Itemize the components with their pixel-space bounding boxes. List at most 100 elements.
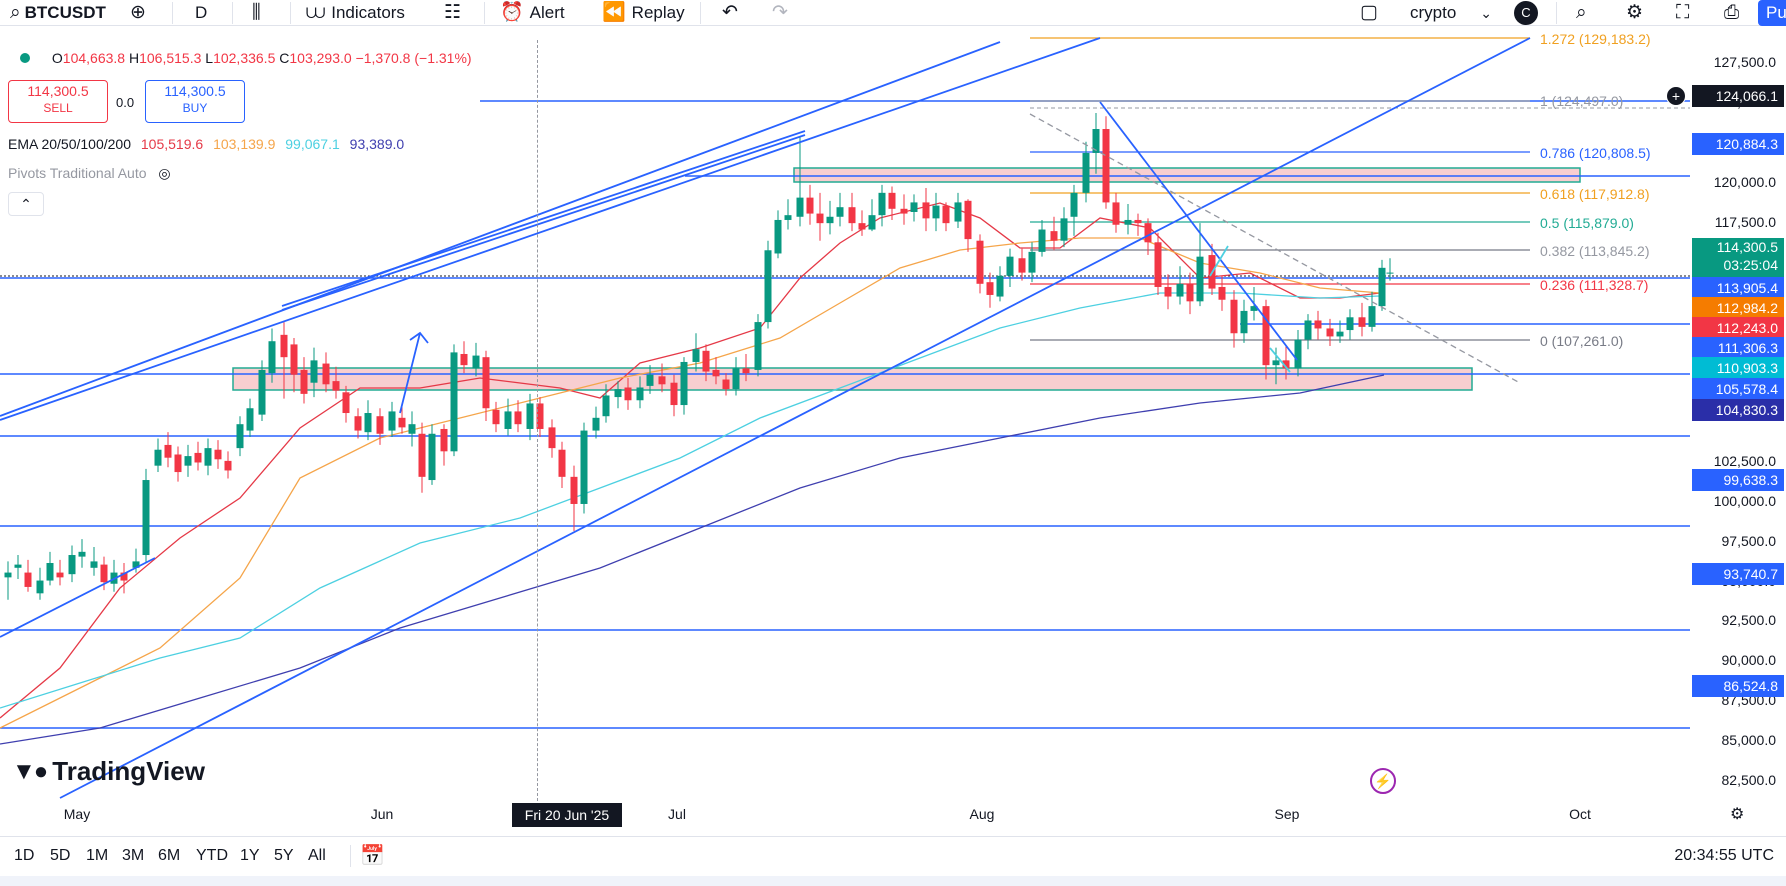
candle-body: [472, 355, 480, 369]
redo-icon: ↷: [772, 2, 788, 23]
candle-body: [364, 413, 372, 433]
price-axis[interactable]: 127,500.0125,000.0122,500.0120,000.0117,…: [1666, 28, 1786, 806]
price-tick: 117,500.0: [1714, 213, 1776, 230]
price-badge[interactable]: 113,905.4: [1692, 277, 1784, 299]
price-tick: 82,500.0: [1721, 772, 1777, 788]
layout-select-button[interactable]: ▢: [1350, 0, 1388, 26]
fib-label: 0.382 (113,845.2): [1540, 243, 1650, 259]
sell-button[interactable]: 114,300.5 SELL: [8, 80, 108, 123]
price-badge[interactable]: 120,884.3: [1692, 133, 1784, 155]
legend-collapse-button[interactable]: ⌃: [8, 192, 44, 216]
candle-body: [36, 580, 44, 594]
candle-body: [1176, 283, 1184, 297]
utc-clock[interactable]: 20:34:55 UTC: [1674, 847, 1774, 865]
range-button[interactable]: 5Y: [274, 847, 294, 865]
undo-button[interactable]: ↶: [712, 0, 748, 26]
tradingview-watermark[interactable]: ▼● TradingView: [12, 756, 205, 787]
open-value: 104,663.8: [62, 50, 126, 66]
publish-label: Pu: [1766, 3, 1786, 22]
price-badge[interactable]: 112,984.2: [1692, 297, 1784, 319]
buy-button[interactable]: 114,300.5 BUY: [145, 80, 245, 123]
candle-body: [418, 433, 426, 477]
pivots-legend[interactable]: Pivots Traditional Auto ◎: [8, 165, 171, 182]
fib-label: 0.236 (111,328.7): [1540, 277, 1648, 293]
candle-body: [580, 430, 588, 504]
symbol-search-button[interactable]: ⌕ BTCUSDT: [0, 0, 116, 26]
user-avatar[interactable]: C: [1504, 0, 1548, 26]
candle-body: [784, 215, 792, 220]
price-badge[interactable]: 124,066.1: [1692, 85, 1784, 107]
publish-button[interactable]: Pu: [1758, 0, 1786, 26]
avatar-letter: C: [1514, 1, 1538, 25]
price-badge[interactable]: 114,300.5 03:25:04: [1692, 238, 1784, 278]
price-tick: 100,000.0: [1713, 492, 1776, 509]
ema50-line: [0, 237, 1381, 729]
candle-body: [1050, 231, 1058, 241]
candle-body: [646, 374, 654, 386]
interval-button[interactable]: D: [185, 0, 217, 26]
ohlc-legend: O104,663.8 H106,515.3 L102,336.5 C103,29…: [20, 50, 472, 66]
candle-body: [90, 561, 98, 568]
replay-button[interactable]: ⏪ Replay: [592, 0, 695, 26]
layout-name-button[interactable]: crypto ⌄: [1400, 0, 1502, 26]
range-button[interactable]: 5D: [50, 847, 70, 865]
quick-search-button[interactable]: ⌕: [1566, 0, 1597, 26]
range-divider: [350, 845, 351, 867]
indicators-button[interactable]: ⩊ Indicators: [296, 0, 415, 26]
candle-body: [1124, 219, 1132, 225]
chart-type-button[interactable]: ⫼: [242, 0, 271, 26]
price-badge[interactable]: 111,306.3: [1692, 337, 1784, 359]
undo-icon: ↶: [722, 2, 738, 23]
range-button[interactable]: 1Y: [240, 847, 260, 865]
fib-label: 0.5 (115,879.0): [1540, 215, 1634, 231]
ema-legend[interactable]: EMA 20/50/100/200 105,519.6 103,139.9 99…: [8, 136, 404, 152]
redo-button[interactable]: ↷: [762, 0, 798, 26]
snapshot-button[interactable]: ⎙: [1714, 0, 1749, 26]
market-status-dot[interactable]: [20, 53, 30, 63]
candle-body: [408, 424, 416, 434]
add-alert-plus-icon[interactable]: +: [1666, 86, 1686, 106]
price-badge[interactable]: 105,578.4: [1692, 378, 1784, 400]
magnifier-sparkle-icon: ⌕: [1576, 2, 1587, 23]
eye-hidden-icon[interactable]: ◎: [158, 165, 170, 181]
time-tick: May: [63, 806, 91, 822]
candle-body: [900, 208, 908, 214]
candle-body: [712, 369, 720, 377]
candle-body: [526, 403, 534, 429]
range-button[interactable]: YTD: [196, 847, 228, 865]
tradingview-app: ⌕ BTCUSDT ⊕ D ⫼ ⩊ Indicators ☷ ⏰ Alert ⏪…: [0, 0, 1786, 886]
price-badge[interactable]: 86,524.8: [1692, 675, 1784, 697]
candle-body: [764, 250, 772, 323]
candle-body: [514, 411, 522, 425]
range-button[interactable]: 1D: [14, 847, 34, 865]
price-badge[interactable]: 99,638.3: [1692, 469, 1784, 491]
pivots-label: Pivots Traditional Auto: [8, 165, 147, 181]
range-button[interactable]: 1M: [86, 847, 108, 865]
alert-button[interactable]: ⏰ Alert: [490, 0, 575, 26]
calendar-icon[interactable]: 📅: [360, 843, 385, 868]
fibonacci-labels: 1.272 (129,183.2) 1 (124,497.0) 0.786 (120…: [1540, 31, 1651, 349]
candle-body: [942, 205, 950, 224]
candle-body: [742, 368, 750, 374]
price-badge[interactable]: 110,903.3: [1692, 357, 1784, 379]
fullscreen-button[interactable]: ⛶: [1666, 0, 1699, 26]
range-button[interactable]: All: [308, 847, 326, 865]
indicators-label: Indicators: [331, 3, 405, 22]
price-badge[interactable]: 93,740.7: [1692, 563, 1784, 585]
candle-body: [398, 417, 406, 428]
lightning-icon[interactable]: ⚡: [1370, 768, 1396, 794]
range-button[interactable]: 6M: [158, 847, 180, 865]
price-badge[interactable]: 112,243.0: [1692, 317, 1784, 339]
candle-body: [1082, 152, 1090, 193]
tradingview-logo-icon: ▼●: [12, 757, 48, 785]
templates-button[interactable]: ☷: [434, 0, 471, 26]
range-button[interactable]: 3M: [122, 847, 144, 865]
candle-body: [692, 349, 700, 362]
compare-symbol-button[interactable]: ⊕: [120, 0, 156, 26]
fullscreen-icon: ⛶: [1676, 2, 1690, 23]
settings-button[interactable]: ⚙: [1616, 0, 1653, 26]
axis-settings-gear-icon[interactable]: ⚙: [1730, 804, 1744, 824]
candle-body: [888, 192, 896, 209]
candle-body: [154, 449, 162, 466]
price-badge[interactable]: 104,830.3: [1692, 399, 1784, 421]
